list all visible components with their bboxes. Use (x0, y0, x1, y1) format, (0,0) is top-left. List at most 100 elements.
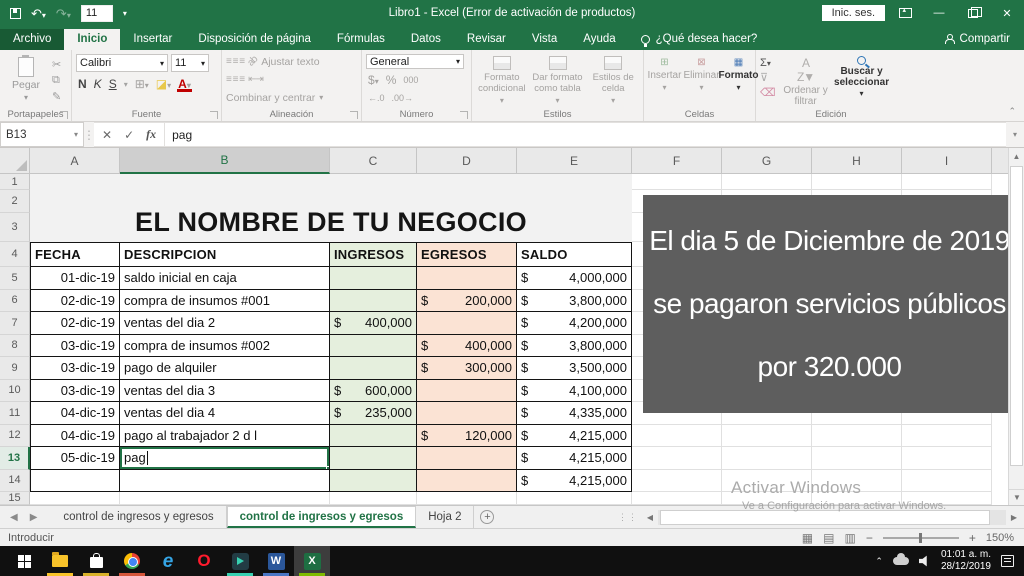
cell-D14[interactable] (417, 470, 517, 493)
cell-C12[interactable] (330, 425, 417, 448)
fill-color-icon[interactable]: ◪▾ (156, 77, 171, 91)
ribbon-tab-disposici-n-de-p-gina[interactable]: Disposición de página (185, 29, 324, 50)
tray-expand-icon[interactable]: ⌃ (875, 556, 883, 567)
comma-format-icon[interactable]: 000 (403, 75, 418, 85)
excel-button[interactable]: X (294, 546, 330, 576)
cell-B15[interactable] (120, 492, 330, 505)
zoom-slider[interactable] (883, 537, 959, 539)
confirm-entry-icon[interactable]: ✓ (124, 128, 134, 142)
cell-B11[interactable]: ventas del dia 4 (120, 402, 330, 425)
paste-button[interactable]: Pegar▾ (4, 54, 48, 105)
cell-B7[interactable]: ventas del dia 2 (120, 312, 330, 335)
find-select-button[interactable]: Buscar y seleccionar▾ (836, 54, 888, 105)
cell-E4[interactable]: SALDO (517, 242, 632, 267)
scrollbar-resize-handle[interactable]: ⋮⋮ (618, 512, 638, 523)
row-header-13[interactable]: 13 (0, 447, 30, 470)
cell-C9[interactable] (330, 357, 417, 380)
row-header-12[interactable]: 12 (0, 425, 30, 448)
save-icon[interactable] (10, 8, 21, 19)
indent-icon[interactable]: ⇤⇥ (248, 74, 263, 85)
ribbon-tab-vista[interactable]: Vista (519, 29, 570, 50)
italic-button[interactable]: K (94, 77, 102, 91)
cell-E14[interactable]: $4,215,000 (517, 470, 632, 493)
share-button[interactable]: Compartir (944, 33, 1024, 50)
cell-B9[interactable]: pago de alquiler (120, 357, 330, 380)
row-header-4[interactable]: 4 (0, 242, 30, 267)
cell-D9[interactable]: $300,000 (417, 357, 517, 380)
scroll-right-icon[interactable]: ▶ (1006, 509, 1022, 525)
cell-A7[interactable]: 02-dic-19 (30, 312, 120, 335)
taskbar-clock[interactable]: 01:01 a. m. 28/12/2019 (941, 549, 991, 574)
cell-H1[interactable] (812, 174, 902, 190)
copy-icon[interactable]: ⧉ (52, 74, 61, 87)
formula-input[interactable]: pag (165, 122, 1006, 147)
orientation-icon[interactable]: ab (246, 54, 260, 68)
cell-C8[interactable] (330, 335, 417, 358)
cell-G1[interactable] (722, 174, 812, 190)
cell-C13[interactable] (330, 447, 417, 470)
row-header-8[interactable]: 8 (0, 335, 30, 358)
font-color-icon[interactable]: A▾ (178, 77, 191, 91)
sheet-nav-left-icon[interactable]: ◀ (10, 512, 18, 523)
qat-customize-icon[interactable]: ▾ (123, 9, 127, 18)
ribbon-tab-datos[interactable]: Datos (398, 29, 454, 50)
cancel-entry-icon[interactable]: ✕ (102, 128, 112, 142)
merge-center-button[interactable]: Combinar y centrar (226, 92, 315, 104)
ribbon-tab-archivo[interactable]: Archivo (0, 29, 64, 50)
cell-F1[interactable] (632, 174, 722, 190)
speaker-icon[interactable] (919, 555, 931, 567)
conditional-formatting-button[interactable]: Formato condicional▾ (476, 54, 528, 105)
formula-bar-expand-icon[interactable]: ▾ (1006, 122, 1024, 147)
start-button[interactable] (6, 546, 42, 576)
cell-A12[interactable]: 04-dic-19 (30, 425, 120, 448)
cell-A13[interactable]: 05-dic-19 (30, 447, 120, 470)
cell-E8[interactable]: $3,800,000 (517, 335, 632, 358)
sign-in-button[interactable]: Inic. ses. (822, 5, 885, 21)
cell-C11[interactable]: $235,000 (330, 402, 417, 425)
font-size-select[interactable]: 11▾ (171, 54, 209, 72)
cell-A8[interactable]: 03-dic-19 (30, 335, 120, 358)
opera-button[interactable]: O (186, 546, 222, 576)
close-button[interactable]: ✕ (990, 0, 1024, 26)
font-name-select[interactable]: Calibri▾ (76, 54, 168, 72)
cell-C14[interactable] (330, 470, 417, 493)
cell-G13[interactable] (722, 447, 812, 470)
vertical-scrollbar[interactable]: ▲ ▼ (1008, 148, 1024, 505)
number-dialog-launcher[interactable] (460, 111, 468, 119)
new-sheet-button[interactable]: + (474, 506, 500, 528)
cell-D11[interactable] (417, 402, 517, 425)
cell-I14[interactable] (902, 470, 992, 493)
collapse-ribbon-icon[interactable]: ⌃ (1008, 106, 1016, 117)
scroll-down-icon[interactable]: ▼ (1009, 489, 1024, 505)
decrease-decimal-icon[interactable]: .00→ (392, 93, 414, 103)
row-header-3[interactable]: 3 (0, 213, 30, 242)
normal-view-icon[interactable]: ▦ (802, 531, 813, 545)
cell-A15[interactable] (30, 492, 120, 505)
cell-B5[interactable]: saldo inicial en caja (120, 267, 330, 290)
row-header-15[interactable]: 15 (0, 492, 30, 505)
column-header-C[interactable]: C (330, 148, 417, 174)
cell-C4[interactable]: INGRESOS (330, 242, 417, 267)
row-header-5[interactable]: 5 (0, 267, 30, 290)
cell-F12[interactable] (632, 425, 722, 448)
cut-icon[interactable]: ✂ (52, 58, 61, 71)
page-break-view-icon[interactable]: ▥ (844, 531, 855, 545)
cell-E13[interactable]: $4,215,000 (517, 447, 632, 470)
ribbon-tab-inicio[interactable]: Inicio (64, 29, 120, 50)
scroll-up-icon[interactable]: ▲ (1009, 148, 1024, 164)
cell-D13[interactable] (417, 447, 517, 470)
file-explorer-button[interactable] (42, 546, 78, 576)
ribbon-display-options-icon[interactable] (899, 8, 912, 18)
sheet-tab-1[interactable]: control de ingresos y egresos (227, 506, 417, 528)
format-cells-button[interactable]: ▦Formato▾ (722, 54, 755, 105)
tell-me-search[interactable]: ¿Qué desea hacer? (641, 33, 758, 50)
cell-C7[interactable]: $400,000 (330, 312, 417, 335)
cell-E7[interactable]: $4,200,000 (517, 312, 632, 335)
ribbon-tab-revisar[interactable]: Revisar (454, 29, 519, 50)
align-top-icon[interactable]: ≡ ≡ ≡ (226, 56, 244, 67)
cell-B6[interactable]: compra de insumos #001 (120, 290, 330, 313)
format-as-table-button[interactable]: Dar formato como tabla▾ (532, 54, 584, 105)
increase-decimal-icon[interactable]: ←.0 (368, 93, 385, 103)
percent-format-icon[interactable]: % (386, 73, 397, 87)
network-icon[interactable] (893, 557, 909, 565)
